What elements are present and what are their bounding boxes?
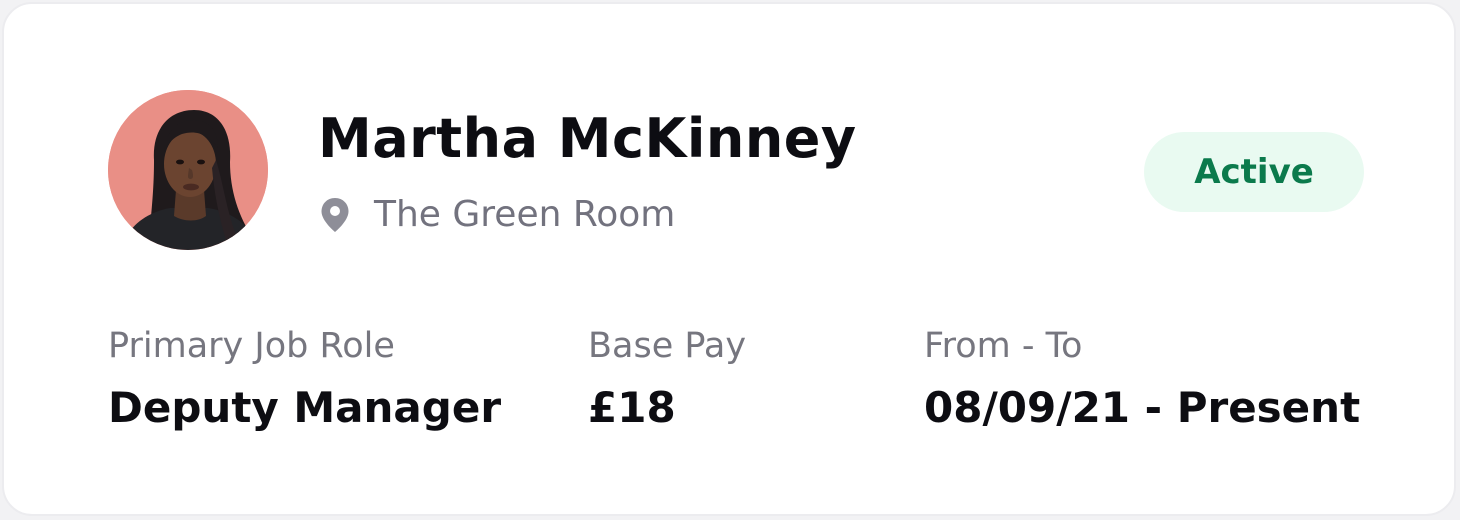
base-pay-value: £18 [588, 383, 676, 432]
employee-card[interactable]: Martha McKinney The Green Room Active Pr… [2, 2, 1456, 516]
date-range-label: From - To [924, 326, 1083, 366]
map-pin-icon [318, 195, 352, 235]
location-row: The Green Room [318, 190, 675, 240]
job-role-block: Primary Job Role Deputy Manager [108, 322, 501, 436]
job-role-label: Primary Job Role [108, 326, 395, 366]
location-name: The Green Room [374, 194, 676, 235]
base-pay-block: Base Pay £18 [588, 322, 746, 436]
date-range-block: From - To 08/09/21 - Present [924, 322, 1360, 436]
avatar [108, 90, 268, 250]
job-role-value: Deputy Manager [108, 383, 502, 432]
avatar-portrait [108, 90, 268, 250]
employee-name: Martha McKinney [318, 107, 857, 170]
status-badge: Active [1144, 132, 1364, 212]
date-range-value: 08/09/21 - Present [924, 383, 1361, 432]
base-pay-label: Base Pay [588, 326, 747, 366]
